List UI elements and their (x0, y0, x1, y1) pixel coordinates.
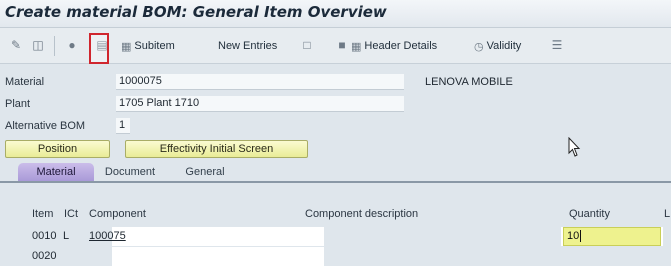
alternative-bom-label: Alternative BOM (5, 120, 86, 132)
toolbar-separator (54, 36, 55, 56)
display-icon[interactable]: ◫ (30, 37, 46, 53)
item-cell[interactable]: 0010 (32, 227, 56, 246)
plant-label: Plant (5, 98, 31, 110)
col-header-ict: ICt (64, 208, 79, 220)
header-details-icon: ▦ (351, 40, 362, 53)
col-header-component-description: Component description (305, 208, 419, 220)
plant-field[interactable]: 1705 Plant 1710 (116, 96, 404, 112)
alternative-bom-field[interactable]: 1 (116, 118, 130, 134)
display-change-icon[interactable]: ✎ (8, 37, 24, 53)
quantity-input[interactable]: 10 (563, 227, 661, 246)
tab-material[interactable]: Material (18, 163, 94, 181)
effectivity-initial-screen-button[interactable]: Effectivity Initial Screen (125, 140, 308, 158)
title-bar: Create material BOM: General Item Overvi… (0, 0, 671, 28)
col-header-component: Component (89, 208, 146, 220)
position-button-label: Position (37, 143, 78, 155)
header-details-label: Header Details (364, 40, 438, 52)
tab-material-label: Material (36, 166, 76, 178)
delete-icon[interactable]: □ (299, 37, 315, 53)
tab-general[interactable]: General (172, 163, 238, 181)
mouse-pointer-icon (568, 137, 581, 157)
ict-cell[interactable]: L (63, 227, 69, 246)
component-cell-bg (112, 227, 324, 246)
selected-toolbar-highlight (89, 33, 109, 64)
page-title: Create material BOM: General Item Overvi… (5, 3, 387, 21)
validity-label: Validity (486, 40, 522, 52)
subitem-button[interactable]: ▦ Subitem (121, 37, 175, 55)
more-icon[interactable]: ☰ (549, 37, 565, 53)
col-header-unit: L (664, 208, 671, 220)
validity-button[interactable]: ◷ Validity (474, 37, 521, 55)
component-cell-bg (112, 247, 324, 266)
effectivity-button-label: Effectivity Initial Screen (159, 143, 274, 155)
tab-document-label: Document (104, 166, 156, 178)
tab-strip-underline (0, 181, 671, 183)
header-details-button[interactable]: ▦ Header Details (351, 37, 437, 55)
subitem-icon: ▦ (121, 40, 132, 53)
validity-icon: ◷ (474, 40, 484, 53)
item-cell[interactable]: 0020 (32, 247, 56, 266)
copy-icon[interactable]: ■ (334, 37, 350, 53)
position-button[interactable]: Position (5, 140, 110, 158)
tab-general-label: General (185, 166, 225, 178)
new-entries-label: New Entries (218, 40, 278, 52)
material-description: LENOVA MOBILE (425, 76, 513, 88)
col-header-item: Item (32, 208, 54, 220)
material-label: Material (5, 76, 45, 88)
new-entries-button[interactable]: New Entries (218, 37, 277, 55)
material-field[interactable]: 1000075 (116, 74, 404, 90)
col-header-quantity: Quantity (569, 208, 610, 220)
tab-document[interactable]: Document (96, 163, 164, 181)
text-caret (580, 230, 582, 243)
subitem-label: Subitem (134, 40, 175, 52)
quantity-value: 10 (567, 230, 580, 242)
table-row[interactable]: 0020 (28, 247, 671, 266)
component-cell[interactable]: 100075 (89, 227, 126, 246)
check-icon[interactable]: ● (64, 37, 80, 53)
